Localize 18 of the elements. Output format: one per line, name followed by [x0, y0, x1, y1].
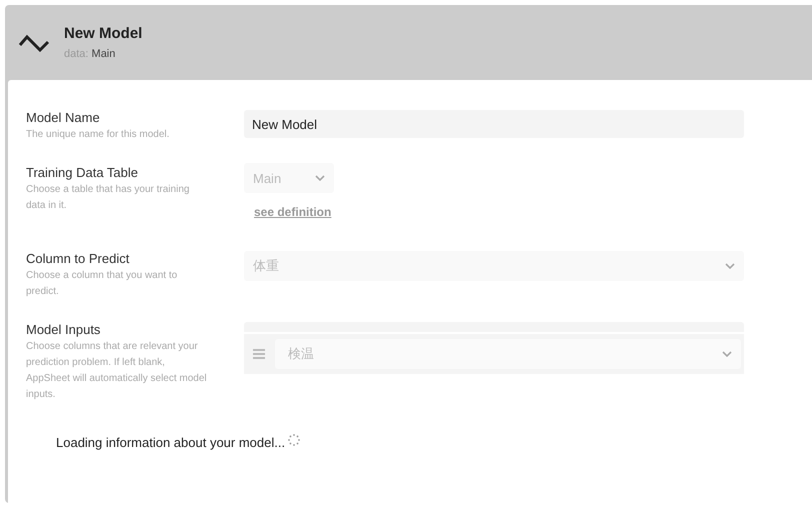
model-title: New Model: [64, 25, 142, 42]
field-hint: Choose a table that has your training data in it.: [26, 183, 190, 213]
loading-message: Loading information about your model...: [56, 435, 286, 450]
chevron-down-icon: [722, 351, 732, 357]
data-source: Main: [92, 48, 116, 60]
field-label: Model Inputs: [26, 322, 102, 337]
name-input[interactable]: New Model: [244, 110, 744, 138]
field-hint: Choose a column that you want to predict.: [26, 269, 178, 299]
field-label: Model Name: [26, 110, 101, 125]
zigzag-icon: [18, 32, 50, 52]
field-hint: Choose columns that are relevant your prediction problem. If left blank, AppSheet will automatically select model inputs.: [26, 340, 208, 402]
chevron-down-icon: [725, 263, 735, 269]
field-hint: The unique name for this model.: [26, 128, 170, 142]
field-label: Column to Predict: [26, 251, 130, 266]
drag-handle-icon[interactable]: [253, 349, 265, 359]
field-label: Training Data Table: [26, 165, 140, 180]
spinner-icon: [287, 432, 302, 446]
chevron-down-icon: [315, 175, 325, 181]
